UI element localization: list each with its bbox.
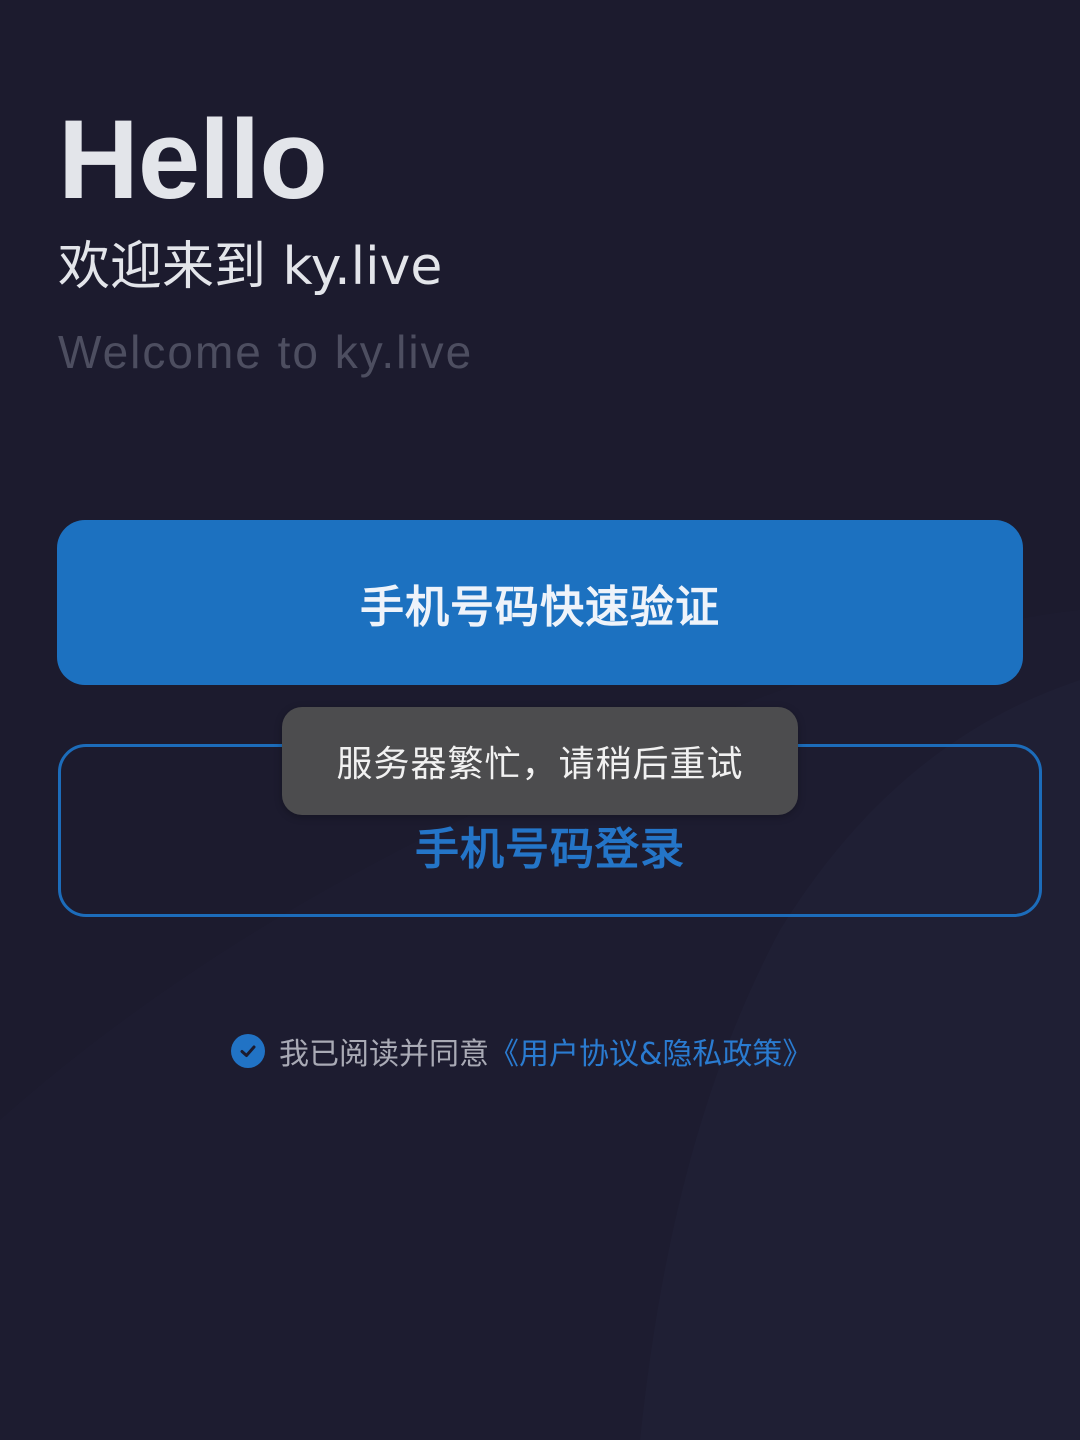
agreement-text: 我已阅读并同意 bbox=[279, 1037, 489, 1072]
error-toast: 服务器繁忙，请稍后重试 bbox=[282, 707, 798, 815]
quick-verify-button-label: 手机号码快速验证 bbox=[360, 582, 720, 632]
agreement-row: 我已阅读并同意 《用户协议&隐私政策》 bbox=[231, 1028, 812, 1074]
quick-verify-button[interactable]: 手机号码快速验证 bbox=[57, 520, 1023, 685]
phone-login-button-label: 手机号码登录 bbox=[415, 825, 685, 874]
toast-message: 服务器繁忙，请稍后重试 bbox=[336, 744, 744, 785]
greeting-title: Hello bbox=[58, 97, 328, 222]
welcome-english-subtitle: Welcome to ky.live bbox=[58, 326, 474, 378]
welcome-subtitle: 欢迎来到 ky.live bbox=[58, 237, 443, 297]
agreement-policy-link[interactable]: 《用户协议&隐私政策》 bbox=[489, 1029, 812, 1073]
check-circle-icon[interactable] bbox=[231, 1034, 265, 1068]
